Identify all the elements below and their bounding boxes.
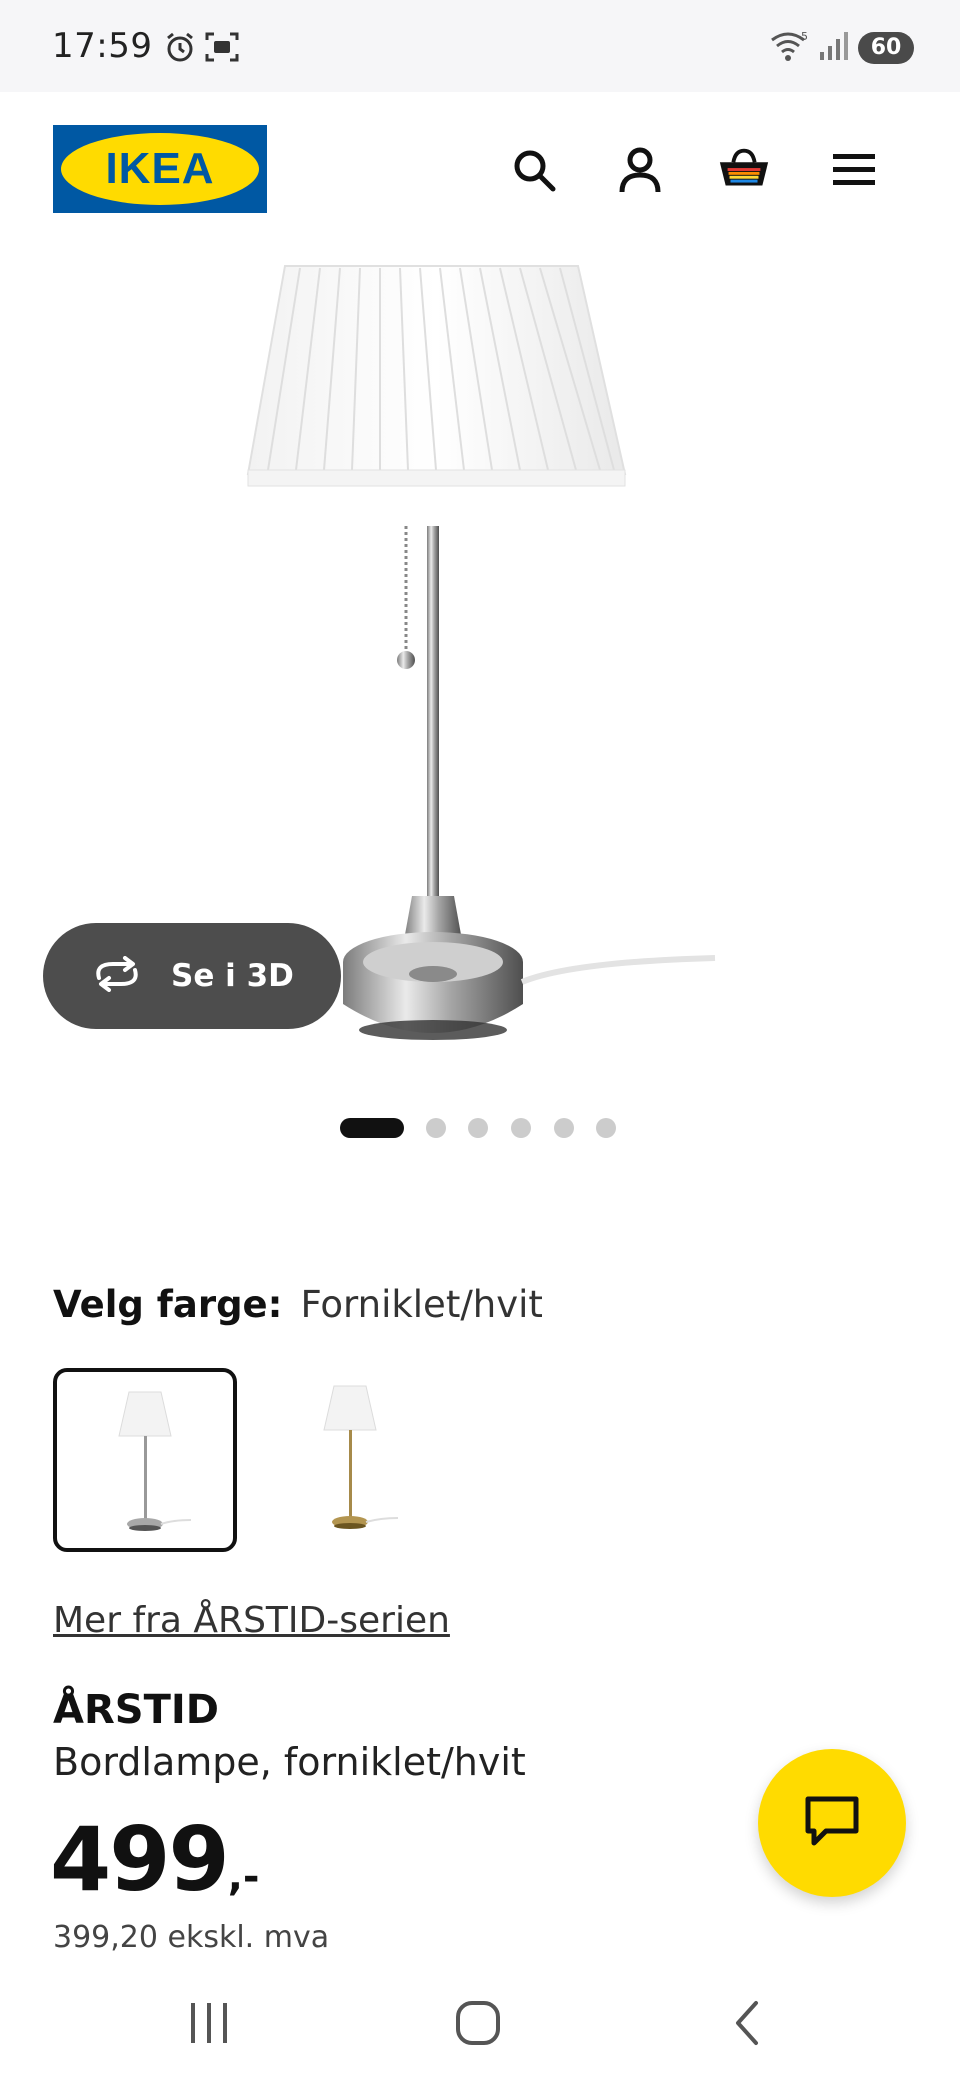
pager-dot-1[interactable] — [340, 1118, 404, 1138]
chat-button[interactable] — [758, 1749, 906, 1897]
screenshot-icon — [204, 30, 240, 69]
pager-dot-6[interactable] — [596, 1118, 616, 1138]
product-description: Bordlampe, forniklet/hvit — [53, 1740, 526, 1784]
account-icon[interactable] — [612, 142, 668, 198]
price-value: 499 — [50, 1808, 230, 1911]
pager-dot-5[interactable] — [554, 1118, 574, 1138]
color-swatch-nickel[interactable] — [53, 1368, 237, 1552]
price: 499,- — [50, 1808, 260, 1911]
chat-icon — [802, 1793, 862, 1854]
pager-dot-2[interactable] — [426, 1118, 446, 1138]
recent-apps-icon[interactable] — [174, 1993, 244, 2053]
color-selector-heading: Velg farge: Forniklet/hvit — [53, 1283, 543, 1326]
price-ex-vat: 399,20 ekskl. mva — [53, 1920, 330, 1955]
svg-text:5: 5 — [801, 30, 808, 43]
color-value: Forniklet/hvit — [300, 1283, 543, 1326]
logo-text: IKEA — [105, 144, 215, 193]
product-page: 17:59 5 60 IKEA Se i 3D Velg farge: Forn… — [0, 0, 960, 2080]
pager-dot-4[interactable] — [511, 1118, 531, 1138]
view-3d-button[interactable]: Se i 3D — [43, 923, 341, 1029]
alarm-icon — [163, 30, 197, 69]
wifi-icon: 5 — [768, 28, 810, 69]
back-icon[interactable] — [713, 1993, 783, 2053]
system-nav-bar — [0, 1955, 960, 2080]
status-time: 17:59 — [52, 26, 153, 66]
ikea-logo[interactable]: IKEA — [53, 125, 267, 213]
cart-icon[interactable] — [716, 142, 772, 198]
search-icon[interactable] — [506, 142, 562, 198]
header: IKEA — [0, 92, 960, 262]
battery-icon: 60 — [858, 32, 914, 64]
view-3d-label: Se i 3D — [171, 958, 294, 994]
signal-icon — [818, 30, 850, 67]
status-bar: 17:59 5 60 — [0, 0, 960, 92]
rotate-3d-icon — [89, 955, 145, 997]
price-suffix: ,- — [227, 1854, 260, 1900]
color-swatch-brass[interactable] — [260, 1368, 444, 1552]
color-label: Velg farge: — [53, 1283, 283, 1326]
product-name: ÅRSTID — [53, 1687, 219, 1733]
menu-icon[interactable] — [826, 142, 882, 198]
series-link[interactable]: Mer fra ÅRSTID-serien — [53, 1600, 450, 1641]
pager-dot-3[interactable] — [468, 1118, 488, 1138]
home-icon[interactable] — [443, 1993, 513, 2053]
